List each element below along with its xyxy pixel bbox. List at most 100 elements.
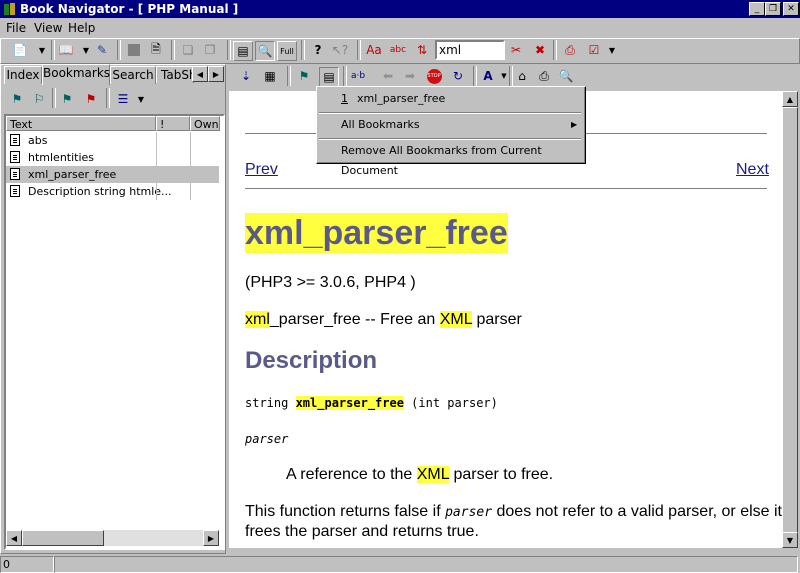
new-document-icon[interactable]: 📄 [11,41,29,59]
menu-separator [319,112,581,114]
search-input[interactable]: xml [435,40,505,60]
list-item-label: abs [28,134,48,147]
list-item[interactable]: Description string htmle... [6,183,219,200]
summary-text-end: parser [472,311,522,328]
dropdown-arrow-icon[interactable]: ▼ [33,41,51,59]
export-icon[interactable]: ⎙ [561,41,579,59]
view-full-icon[interactable]: Full [277,41,297,61]
print-icon[interactable]: ⎙ [535,67,553,85]
menu-bar: File View Help [0,19,800,37]
minimize-button[interactable]: _ [749,2,765,16]
menu-view[interactable]: View [34,21,62,35]
bookmark-label: xml_parser_free [357,92,446,105]
column-header-owner[interactable]: Owne [190,116,220,131]
return-description-line2: frees the parser and returns true. [245,523,479,540]
document-icon [10,185,20,197]
scroll-thumb[interactable] [22,530,104,546]
view-preview-icon[interactable]: 🔍 [255,41,275,61]
restore-button[interactable]: ❐ [765,2,781,16]
document-icon [10,151,20,163]
title-bar: Book Navigator - [ PHP Manual ] _ ❐ ✕ [0,0,800,18]
list-item[interactable]: htmlentities [6,149,219,166]
delete-flag-icon[interactable]: ⚑ [82,90,100,108]
return-description: This function returns false if parser do… [245,503,782,521]
column-header-text[interactable]: Text [6,116,156,131]
spell-icon[interactable]: abc [389,41,407,59]
return-param: parser [445,505,493,520]
bookmark-tool-icon[interactable]: ✎ [93,41,111,59]
tab-scroll-right-button[interactable]: ▶ [208,66,224,82]
view-single-icon[interactable]: ▤ [233,41,253,61]
stop-square-icon[interactable] [125,41,143,59]
open-book-icon[interactable]: 📖 [57,41,75,59]
search-go-icon[interactable]: ✂ [507,41,525,59]
flag-icon[interactable]: ⚑ [8,90,26,108]
tab-tabsh[interactable]: TabSh [156,66,194,83]
bookmarks-toolbar: ⚑ ⚐ ⚑ ⚑ ☰ ▼ [4,88,220,110]
print-setup-icon[interactable]: 🗎 [147,41,165,59]
scroll-up-button[interactable]: ▲ [782,91,798,107]
copy-icon[interactable]: ❏ [179,41,197,59]
tab-bookmarks[interactable]: Bookmarks [42,64,110,85]
bookmarks-menu-icon[interactable]: ▤ [319,67,339,87]
sort-icon[interactable]: ⇅ [413,41,431,59]
bookmarks-list: Text ! Owne abs htmlentities xml_parser_fr… [4,114,225,550]
find-text-icon[interactable]: Aa [365,41,383,59]
tab-index[interactable]: Index [4,66,42,84]
sig-args: (int parser) [403,396,498,410]
return-text: This function returns false if [245,503,446,520]
list-item[interactable]: xml_parser_free [6,166,219,183]
summary-line: xml_parser_free -- Free an XML parser [245,311,522,329]
bookmark-number: 1 [341,92,348,105]
param-desc-text: A reference to the [286,466,417,483]
bookmark-list-icon[interactable]: ▦ [261,67,279,85]
vertical-scrollbar[interactable]: ▲ ▼ [782,91,798,548]
menu-item-remove-all[interactable]: Remove All Bookmarks from Current Docume… [319,141,581,177]
scroll-right-button[interactable]: ▶ [203,530,219,546]
add-flag-icon[interactable]: ⚑ [58,90,76,108]
dropdown-arrow-icon[interactable]: ▼ [603,41,621,59]
search-clear-icon[interactable]: ✖ [531,41,549,59]
flag-icon[interactable]: ⚑ [295,67,313,85]
sig-function: xml_parser_free [295,396,404,410]
scroll-left-button[interactable]: ◀ [6,530,22,546]
menu-file[interactable]: File [6,21,26,35]
list-view-icon[interactable]: ☰ [114,90,132,108]
highlight-xml: XML [416,466,450,483]
menu-help[interactable]: Help [68,21,95,35]
context-help-icon[interactable]: ↖? [331,41,349,59]
home-icon[interactable]: ⌂ [513,67,531,85]
menu-item-all-bookmarks[interactable]: All Bookmarks ▶ [319,115,581,135]
list-item-label: xml_parser_free [28,168,117,181]
next-link[interactable]: Next [736,161,769,179]
goto-flag-icon[interactable]: ⚐ [30,90,48,108]
tab-scroll-left-button[interactable]: ◀ [192,66,208,82]
forward-arrow-icon: ➡ [404,69,416,83]
prev-link[interactable]: Prev [245,161,278,179]
refresh-icon[interactable]: ↻ [449,67,467,85]
scroll-down-button[interactable]: ▼ [782,532,798,548]
version-info: (PHP3 >= 3.0.6, PHP4 ) [245,274,416,291]
tab-search[interactable]: Search [110,66,156,84]
app-icon [3,2,17,16]
checklist-icon[interactable]: ☑ [585,41,603,59]
menu-item-bookmark-1[interactable]: 1 xml_parser_free [319,89,581,109]
list-item[interactable]: abs [6,132,219,149]
paste-icon[interactable]: ❐ [201,41,219,59]
print-preview-icon[interactable]: 🔍 [557,67,575,85]
column-header-flag[interactable]: ! [156,116,190,131]
horizontal-scrollbar[interactable]: ◀ ▶ [6,530,219,546]
sync-toc-icon[interactable]: ⇣ [237,67,255,85]
all-bookmarks-label: All Bookmarks [341,118,420,131]
close-button[interactable]: ✕ [783,2,799,16]
stop-icon[interactable]: STOP [425,67,443,85]
dropdown-arrow-icon[interactable]: ▼ [132,90,150,108]
status-panel-1: 0 [0,556,54,573]
description-heading: Description [245,347,378,374]
return-text-2: does not refer to a valid parser, or els… [492,503,783,520]
status-panel-2 [54,556,798,573]
help-icon[interactable]: ? [309,41,327,59]
find-next-icon[interactable]: a·b [349,67,367,85]
status-bar: 0 [0,555,800,573]
scroll-thumb[interactable] [782,107,798,547]
